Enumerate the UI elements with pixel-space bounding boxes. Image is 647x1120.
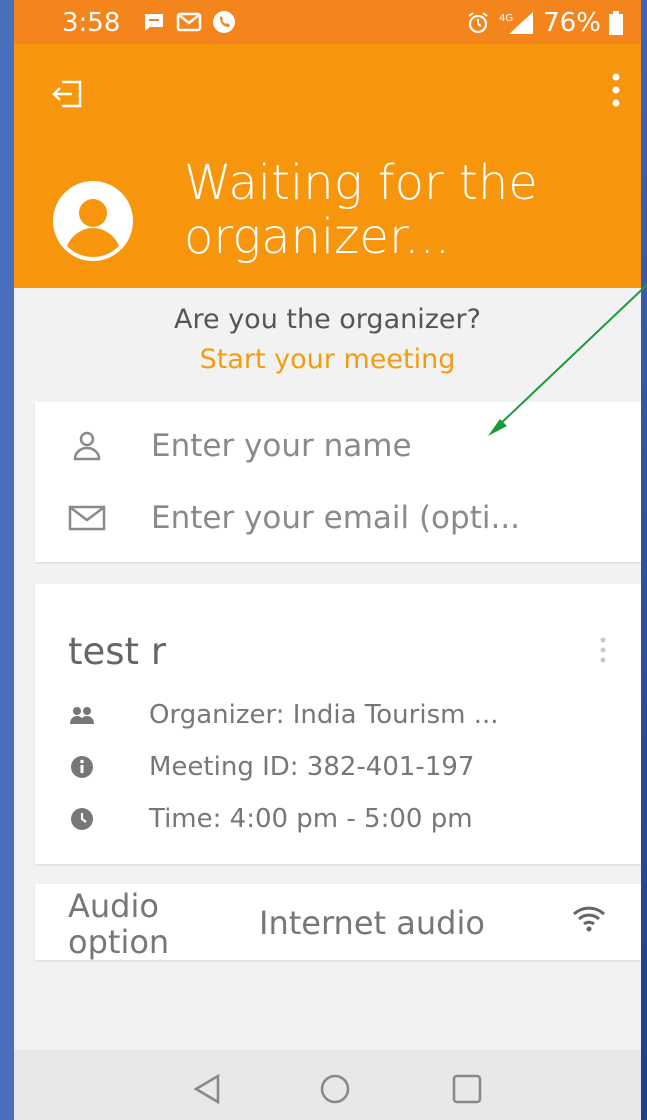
- meeting-id-row: Meeting ID: 382-401-197: [69, 752, 474, 782]
- title-line-1: Waiting for the: [184, 155, 538, 211]
- info-icon: [71, 756, 93, 778]
- status-bar: 3:58 4G 76%: [14, 0, 641, 44]
- battery-icon: [609, 11, 623, 35]
- recents-icon[interactable]: [450, 1072, 484, 1106]
- audio-label-line-2: option: [68, 923, 170, 961]
- alarm-icon: [468, 12, 488, 34]
- email-row: [35, 500, 641, 536]
- status-time: 3:58: [62, 8, 121, 38]
- slide-background-edge: [0, 0, 14, 1120]
- name-row: [35, 428, 641, 464]
- back-icon[interactable]: [190, 1072, 224, 1106]
- person-icon: [73, 431, 101, 461]
- title-line-2: organizer...: [184, 209, 451, 265]
- clock-icon: [71, 808, 93, 830]
- gmail-icon: [176, 12, 202, 32]
- battery-percent: 76%: [543, 8, 601, 38]
- meeting-id-text: Meeting ID: 382-401-197: [149, 752, 475, 782]
- wifi-icon: [572, 906, 606, 932]
- exit-icon[interactable]: [52, 78, 84, 110]
- attendee-info-card: [35, 402, 641, 562]
- avatar-icon: [53, 181, 133, 261]
- organizer-question: Are you the organizer?: [174, 304, 481, 335]
- more-options-icon[interactable]: [609, 72, 623, 108]
- phone-icon: [213, 11, 235, 33]
- audio-option-card[interactable]: Audio option Internet audio: [35, 884, 641, 960]
- audio-label-line-1: Audio: [68, 887, 159, 925]
- phone-screen: 3:58 4G 76% Waiting for the organizer...…: [14, 0, 641, 1120]
- time-text: Time: 4:00 pm - 5:00 pm: [149, 804, 473, 834]
- meeting-more-icon[interactable]: [599, 636, 607, 664]
- system-nav-bar: [14, 1050, 641, 1120]
- name-input[interactable]: [151, 428, 591, 464]
- message-icon: [145, 14, 163, 31]
- page-title: Waiting for the organizer...: [184, 156, 538, 264]
- meeting-title: test r: [68, 630, 167, 673]
- start-meeting-link[interactable]: Start your meeting: [14, 344, 641, 375]
- time-row: Time: 4:00 pm - 5:00 pm: [69, 804, 473, 834]
- people-icon: [70, 707, 94, 724]
- email-input[interactable]: [151, 500, 591, 536]
- notification-icons: [142, 10, 236, 34]
- audio-option-value: Internet audio: [259, 904, 485, 942]
- organizer-text: Organizer: India Tourism ...: [149, 700, 499, 730]
- audio-option-label: Audio option: [68, 888, 169, 960]
- status-right: 4G 76%: [467, 8, 623, 38]
- home-icon[interactable]: [318, 1072, 352, 1106]
- meeting-details-card: test r Organizer: India Tourism ... Meet…: [35, 584, 641, 864]
- organizer-row: Organizer: India Tourism ...: [69, 700, 499, 730]
- mail-icon: [68, 505, 106, 531]
- svg-text:4G: 4G: [499, 13, 513, 24]
- waiting-header: Waiting for the organizer...: [14, 44, 641, 288]
- signal-icon: 4G: [499, 12, 534, 34]
